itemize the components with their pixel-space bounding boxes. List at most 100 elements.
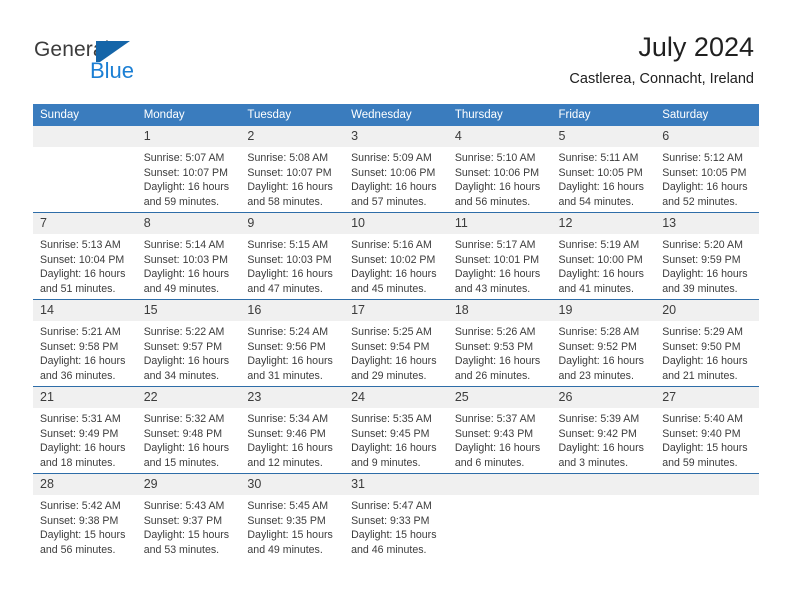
calendar-day-cell[interactable]: 24 Sunrise: 5:35 AM Sunset: 9:45 PM Dayligh…	[344, 386, 448, 474]
calendar-day-cell[interactable]: 22 Sunrise: 5:32 AM Sunset: 9:48 PM Dayligh…	[136, 386, 241, 474]
day-number: 10	[344, 213, 448, 234]
calendar-day-cell[interactable]: 11 Sunrise: 5:17 AM Sunset: 10:01 PM Daylig…	[447, 212, 552, 300]
day-details: Sunrise: 5:29 AM Sunset: 9:50 PM Daylight:…	[655, 321, 759, 383]
day-details: Sunrise: 5:43 AM Sunset: 9:37 PM Daylight:…	[137, 495, 241, 557]
day-details: Sunrise: 5:22 AM Sunset: 9:57 PM Daylight:…	[137, 321, 241, 383]
calendar-day-cell[interactable]: 3 Sunrise: 5:09 AM Sunset: 10:06 PM Dayligh…	[344, 126, 448, 213]
calendar-day-cell[interactable]: 25 Sunrise: 5:37 AM Sunset: 9:43 PM Dayligh…	[447, 386, 552, 474]
daylight-text-line2: and 43 minutes.	[454, 282, 531, 295]
day-details: Sunrise: 5:47 AM Sunset: 9:33 PM Daylight:…	[344, 495, 448, 557]
page-title: July 2024	[638, 32, 754, 62]
daylight-text-line2: and 41 minutes.	[558, 282, 634, 295]
calendar-day-cell[interactable]: 26 Sunrise: 5:39 AM Sunset: 9:42 PM Dayligh…	[551, 386, 656, 474]
sunset-text: Sunset: 10:05 PM	[558, 166, 643, 179]
page-header: General Blue July 2024 Castlerea, Connac…	[0, 0, 792, 100]
calendar-day-cell[interactable]: 2 Sunrise: 5:08 AM Sunset: 10:07 PM Dayligh…	[240, 126, 345, 213]
day-number	[447, 474, 552, 495]
daylight-text-line1: Daylight: 16 hours	[454, 268, 541, 281]
day-number: 25	[447, 387, 552, 408]
sunset-text: Sunset: 10:03 PM	[143, 253, 228, 266]
sunset-text: Sunset: 9:59 PM	[662, 253, 741, 266]
calendar-day-cell[interactable]: 18 Sunrise: 5:26 AM Sunset: 9:53 PM Dayligh…	[447, 299, 552, 387]
daylight-text-line2: and 36 minutes.	[40, 369, 116, 382]
day-details: Sunrise: 5:15 AM Sunset: 10:03 PM Daylight…	[240, 234, 344, 296]
calendar-header-row: Sunday Monday Tuesday Wednesday Thursday…	[33, 104, 759, 126]
daylight-text-line1: Daylight: 16 hours	[247, 181, 333, 194]
calendar-day-cell[interactable]: 15 Sunrise: 5:22 AM Sunset: 9:57 PM Dayligh…	[136, 299, 241, 387]
calendar-day-cell[interactable]: 27 Sunrise: 5:40 AM Sunset: 9:40 PM Dayligh…	[655, 386, 759, 474]
sunrise-text: Sunrise: 5:29 AM	[662, 326, 743, 338]
daylight-text-line1: Daylight: 16 hours	[351, 268, 437, 281]
day-number: 11	[447, 213, 552, 234]
daylight-text-line1: Daylight: 15 hours	[247, 529, 333, 542]
day-details: Sunrise: 5:08 AM Sunset: 10:07 PM Daylight…	[240, 147, 344, 209]
day-details: Sunrise: 5:07 AM Sunset: 10:07 PM Daylight…	[137, 147, 241, 209]
calendar-day-cell[interactable]: 6 Sunrise: 5:12 AM Sunset: 10:05 PM Dayligh…	[655, 126, 759, 213]
location-subtitle: Castlerea, Connacht, Ireland	[569, 71, 754, 87]
calendar-day-cell[interactable]: 30 Sunrise: 5:45 AM Sunset: 9:35 PM Dayligh…	[240, 473, 345, 560]
daylight-text-line2: and 49 minutes.	[247, 543, 323, 556]
day-number: 4	[447, 126, 552, 147]
sunset-text: Sunset: 9:43 PM	[454, 427, 534, 440]
daylight-text-line2: and 21 minutes.	[662, 369, 738, 382]
weekday-header-monday: Monday	[136, 104, 241, 126]
daylight-text-line2: and 12 minutes.	[247, 456, 323, 469]
day-number: 7	[33, 213, 137, 234]
sunrise-text: Sunrise: 5:32 AM	[143, 413, 225, 425]
calendar-day-cell[interactable]: 10 Sunrise: 5:16 AM Sunset: 10:02 PM Daylig…	[344, 212, 448, 300]
calendar-day-cell[interactable]: 9 Sunrise: 5:15 AM Sunset: 10:03 PM Dayligh…	[240, 212, 345, 300]
calendar-day-cell[interactable]: 21 Sunrise: 5:31 AM Sunset: 9:49 PM Dayligh…	[33, 386, 137, 474]
general-blue-logo[interactable]: General Blue	[34, 38, 194, 86]
calendar-day-cell[interactable]: 28 Sunrise: 5:42 AM Sunset: 9:38 PM Dayligh…	[33, 473, 137, 560]
sunset-text: Sunset: 9:53 PM	[454, 340, 534, 353]
day-number: 23	[240, 387, 345, 408]
daylight-text-line2: and 54 minutes.	[558, 195, 634, 208]
sunrise-text: Sunrise: 5:12 AM	[662, 152, 743, 164]
calendar-day-cell[interactable]: 4 Sunrise: 5:10 AM Sunset: 10:06 PM Dayligh…	[447, 126, 552, 213]
calendar-day-cell[interactable]: 17 Sunrise: 5:25 AM Sunset: 9:54 PM Dayligh…	[344, 299, 448, 387]
daylight-text-line1: Daylight: 16 hours	[247, 355, 333, 368]
day-details: Sunrise: 5:25 AM Sunset: 9:54 PM Daylight:…	[344, 321, 448, 383]
calendar-day-cell[interactable]: 14 Sunrise: 5:21 AM Sunset: 9:58 PM Dayligh…	[33, 299, 137, 387]
day-number: 18	[447, 300, 552, 321]
day-details: Sunrise: 5:13 AM Sunset: 10:04 PM Daylight…	[33, 234, 137, 296]
sunrise-text: Sunrise: 5:42 AM	[40, 500, 121, 512]
calendar-day-cell[interactable]: 29 Sunrise: 5:43 AM Sunset: 9:37 PM Dayligh…	[136, 473, 241, 560]
calendar-day-cell[interactable]: 5 Sunrise: 5:11 AM Sunset: 10:05 PM Dayligh…	[551, 126, 656, 213]
sunset-text: Sunset: 10:07 PM	[247, 166, 332, 179]
daylight-text-line1: Daylight: 16 hours	[247, 442, 333, 455]
day-number: 22	[136, 387, 241, 408]
calendar-day-cell[interactable]: 31 Sunrise: 5:47 AM Sunset: 9:33 PM Dayligh…	[344, 473, 448, 560]
sunset-text: Sunset: 10:00 PM	[558, 253, 643, 266]
daylight-text-line2: and 53 minutes.	[143, 543, 220, 556]
sunrise-text: Sunrise: 5:11 AM	[558, 152, 639, 164]
calendar-week-row: 28 Sunrise: 5:42 AM Sunset: 9:38 PM Dayligh…	[33, 473, 759, 560]
daylight-text-line2: and 49 minutes.	[143, 282, 220, 295]
calendar-day-cell[interactable]: 1 Sunrise: 5:07 AM Sunset: 10:07 PM Dayligh…	[136, 126, 241, 213]
daylight-text-line1: Daylight: 15 hours	[662, 442, 748, 455]
calendar-day-cell[interactable]: 13 Sunrise: 5:20 AM Sunset: 9:59 PM Dayligh…	[655, 212, 759, 300]
sunrise-text: Sunrise: 5:16 AM	[351, 239, 432, 251]
calendar-day-cell[interactable]: 20 Sunrise: 5:29 AM Sunset: 9:50 PM Dayligh…	[655, 299, 759, 387]
calendar-day-cell[interactable]: 16 Sunrise: 5:24 AM Sunset: 9:56 PM Dayligh…	[240, 299, 345, 387]
weekday-header-friday: Friday	[551, 104, 656, 126]
sunset-text: Sunset: 10:01 PM	[454, 253, 540, 266]
daylight-text-line1: Daylight: 16 hours	[143, 268, 230, 281]
daylight-text-line2: and 29 minutes.	[351, 369, 427, 382]
sunset-text: Sunset: 9:42 PM	[558, 427, 637, 440]
calendar-day-cell[interactable]: 23 Sunrise: 5:34 AM Sunset: 9:46 PM Dayligh…	[240, 386, 345, 474]
daylight-text-line2: and 47 minutes.	[247, 282, 323, 295]
calendar-day-cell[interactable]: 12 Sunrise: 5:19 AM Sunset: 10:00 PM Daylig…	[551, 212, 656, 300]
calendar-day-cell[interactable]: 7 Sunrise: 5:13 AM Sunset: 10:04 PM Dayligh…	[33, 212, 137, 300]
sunset-text: Sunset: 10:07 PM	[143, 166, 228, 179]
sunset-text: Sunset: 9:45 PM	[351, 427, 430, 440]
sunset-text: Sunset: 10:05 PM	[662, 166, 747, 179]
day-number: 29	[136, 474, 241, 495]
calendar-day-cell[interactable]: 8 Sunrise: 5:14 AM Sunset: 10:03 PM Dayligh…	[136, 212, 241, 300]
daylight-text-line2: and 31 minutes.	[247, 369, 323, 382]
sunset-text: Sunset: 10:03 PM	[247, 253, 332, 266]
calendar-day-cell[interactable]: 19 Sunrise: 5:28 AM Sunset: 9:52 PM Dayligh…	[551, 299, 656, 387]
day-number	[551, 474, 656, 495]
sunrise-text: Sunrise: 5:08 AM	[247, 152, 329, 164]
day-details: Sunrise: 5:21 AM Sunset: 9:58 PM Daylight:…	[33, 321, 137, 383]
